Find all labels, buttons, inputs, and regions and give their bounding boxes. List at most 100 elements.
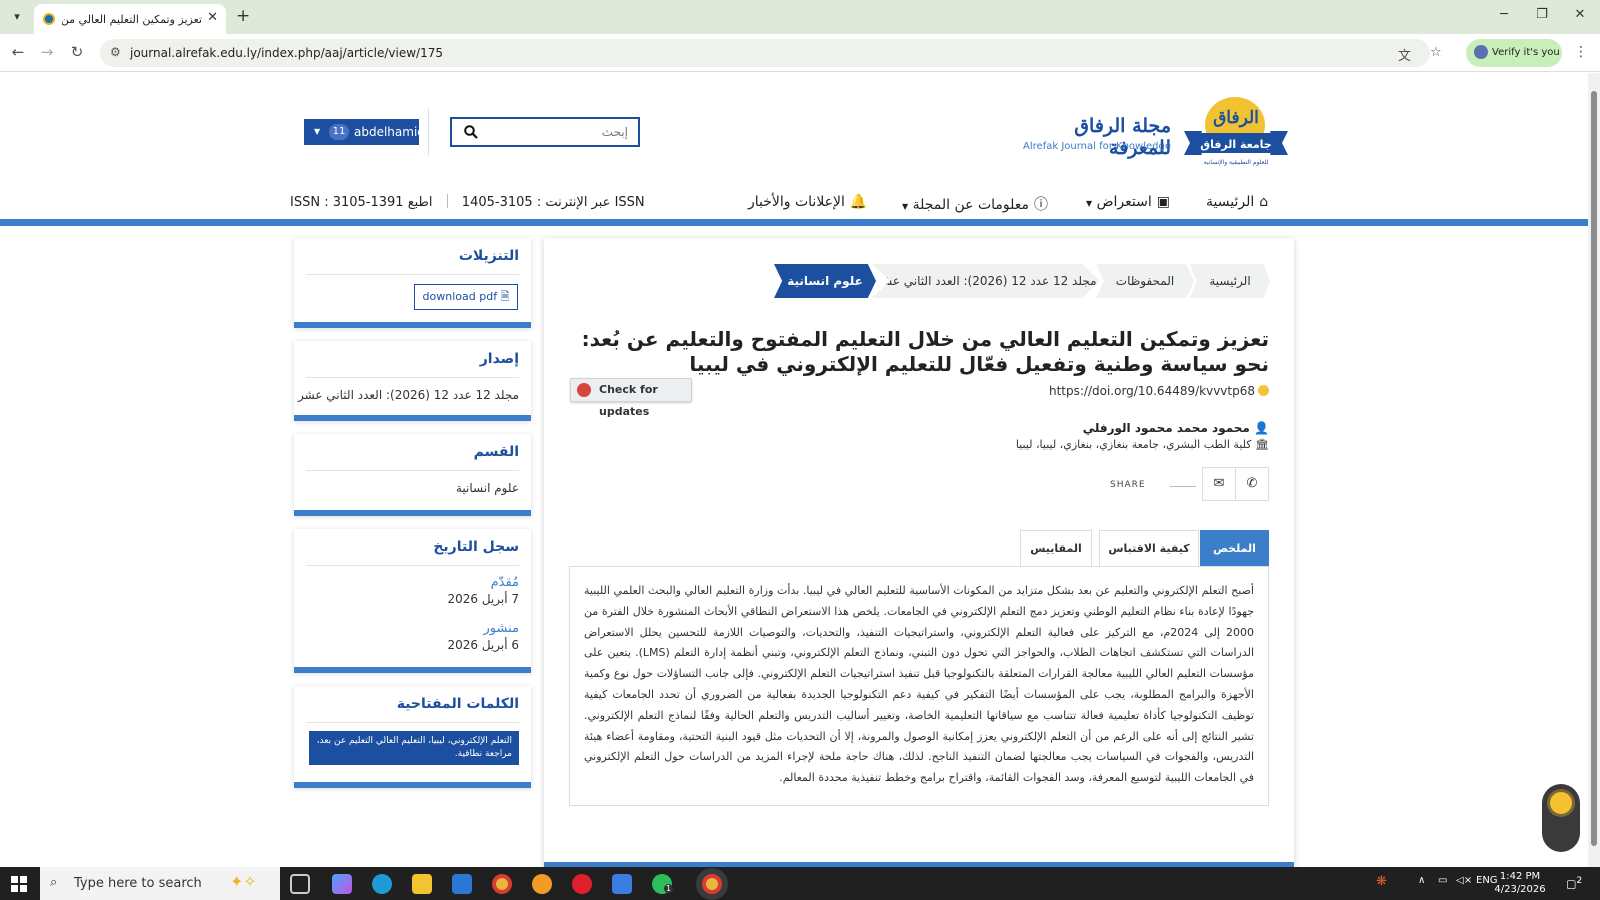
journal-name-ar[interactable]: مجلة الرفاق للمعرفة <box>1015 115 1171 159</box>
nav-news-label: الإعلانات والأخبار <box>748 194 845 210</box>
chrome-active-icon[interactable] <box>702 874 722 894</box>
doi-text: https://doi.org/10.64489/kvvvtp68 <box>1049 384 1255 398</box>
keywords-block: الكلمات المفتاحية التعلم الإلكتروني، ليب… <box>294 686 531 788</box>
verify-profile-button[interactable]: Verify it's you <box>1466 39 1562 67</box>
search-icon[interactable] <box>464 125 478 139</box>
file-explorer-icon[interactable] <box>412 874 432 894</box>
antivirus-tray-icon[interactable]: ❋ <box>1376 874 1387 889</box>
user-menu-button[interactable]: ▼ 11 abdelhamid <box>304 119 425 145</box>
tab-abstract[interactable]: الملخص <box>1200 530 1269 566</box>
browser-toolbar: ← → ↻ ⚙ journal.alrefak.edu.ly/index.php… <box>0 34 1600 72</box>
back-icon[interactable]: ← <box>8 43 28 61</box>
caret-down-icon: ▼ <box>314 127 321 136</box>
chrome-icon[interactable] <box>492 874 512 894</box>
brightness-widget[interactable] <box>1542 784 1580 852</box>
whatsapp-share-icon[interactable]: ✆ <box>1235 467 1269 501</box>
breadcrumb-archives[interactable]: المحفوظات <box>1096 264 1194 298</box>
search-box <box>450 117 640 147</box>
doi-link[interactable]: https://doi.org/10.64489/kvvvtp68 <box>944 384 1269 398</box>
block-divider <box>306 274 519 275</box>
reload-icon[interactable]: ↻ <box>67 43 87 61</box>
restore-icon[interactable]: ❐ <box>1532 7 1552 22</box>
share-label: SHARE <box>1110 480 1146 490</box>
site-info-icon[interactable]: ⚙ <box>110 45 121 59</box>
issn-divider <box>446 194 448 208</box>
history-title: سجل التاريخ <box>433 539 519 555</box>
email-share-icon[interactable]: ✉ <box>1202 467 1236 501</box>
emblem-text-bottom: جامعة الرفاق <box>1200 138 1272 151</box>
emblem-tagline: للعلوم التطبيقية والإنسانية <box>1204 159 1269 166</box>
share-divider <box>1170 486 1196 487</box>
affiliation-text: كلية الطب البشري، جامعة بنغازي، بنغازي، … <box>1015 438 1252 451</box>
section-title: القسم <box>473 444 519 460</box>
issn-online: ISSN عبر الإنترنت : 3105-1405 <box>461 195 645 210</box>
close-window-icon[interactable]: ✕ <box>1570 7 1590 22</box>
store-icon[interactable] <box>452 874 472 894</box>
minimize-icon[interactable]: ─ <box>1494 7 1514 22</box>
info-icon: ⓘ <box>1034 197 1049 213</box>
page-scrollbar[interactable] <box>1588 73 1600 867</box>
search-highlight-icon: ✦✧ <box>230 872 257 891</box>
issn-print: اطبع ISSN : 3105-1391 <box>290 195 433 210</box>
institution-icon: 🏛 <box>1251 438 1269 451</box>
search-input[interactable] <box>486 121 628 143</box>
caret-down-icon: ▼ <box>902 202 909 211</box>
nav-about[interactable]: ⓘمعلومات عن المجلة ▼ <box>902 194 1048 214</box>
article-title: تعزيز وتمكين التعليم العالي من خلال التع… <box>581 327 1269 376</box>
nav-news[interactable]: 🔔الإعلانات والأخبار <box>748 194 867 210</box>
journal-name-en[interactable]: Alrefak Journal for Knowledge <box>1015 141 1171 152</box>
author-affiliation: 🏛 كلية الطب البشري، جامعة بنغازي، بنغازي… <box>844 438 1269 451</box>
translate-icon[interactable]: 文 <box>1398 45 1411 64</box>
close-tab-icon[interactable]: ✕ <box>207 10 218 25</box>
url-text[interactable]: journal.alrefak.edu.ly/index.php/aaj/art… <box>130 46 443 60</box>
crossmark-icon <box>577 383 591 397</box>
issue-link[interactable]: مجلد 12 عدد 12 (2026): العدد الثاني عشر <box>298 388 519 402</box>
taskbar-clock[interactable]: 1:42 PM 4/23/2026 <box>1492 870 1548 896</box>
nav-browse[interactable]: ▣استعراض ▼ <box>1086 194 1170 210</box>
published-label: منشور <box>483 621 519 636</box>
bookmark-star-icon[interactable]: ☆ <box>1430 45 1442 60</box>
breadcrumb-home[interactable]: الرئيسية <box>1190 264 1270 298</box>
journal-logo-icon[interactable]: الرفاق جامعة الرفاق للعلوم التطبيقية وال… <box>1180 95 1292 167</box>
downloads-title: التنزيلات <box>458 248 519 264</box>
browser-tab-active[interactable]: تعزيز وتمكين التعليم العالي من خ ✕ <box>34 4 226 34</box>
taskbar-search[interactable]: ⌕ Type here to search ✦✧ <box>40 867 280 900</box>
nav-home[interactable]: ⌂الرئيسية <box>1206 194 1268 210</box>
scroll-thumb[interactable] <box>1591 91 1597 846</box>
outlook-icon[interactable] <box>612 874 632 894</box>
journal-favicon-icon <box>43 13 55 25</box>
tab-title: تعزيز وتمكين التعليم العالي من خ <box>62 13 202 26</box>
home-icon: ⌂ <box>1259 194 1269 210</box>
nav-home-label: الرئيسية <box>1206 194 1255 210</box>
copilot-icon[interactable] <box>332 874 352 894</box>
forward-icon[interactable]: → <box>37 43 57 61</box>
new-tab-icon[interactable]: + <box>236 6 250 26</box>
weather-app-icon[interactable] <box>532 874 552 894</box>
breadcrumb-section[interactable]: علوم انسانية <box>774 264 876 298</box>
header-band <box>0 219 1588 226</box>
tray-overflow-icon[interactable]: ∧ <box>1418 875 1425 886</box>
notification-center-icon[interactable]: ▢2 <box>1566 875 1582 891</box>
task-view-icon[interactable] <box>290 874 310 894</box>
issue-title: إصدار <box>479 351 519 367</box>
edge-icon[interactable] <box>372 874 392 894</box>
tab-citation[interactable]: كيفية الاقتباس <box>1099 530 1199 566</box>
browser-menu-icon[interactable]: ⋮ <box>1574 44 1588 60</box>
windows-start-icon[interactable] <box>11 876 27 892</box>
tab-search-icon[interactable]: ▾ <box>6 7 28 27</box>
breadcrumb-issue[interactable]: مجلد 12 عدد 12 (2026): العدد الثاني عشر <box>872 264 1100 298</box>
opera-icon[interactable] <box>572 874 592 894</box>
whatsapp-icon[interactable]: 1 <box>652 874 674 894</box>
abstract-panel: أصبح التعلم الإلكتروني والتعليم عن بعد ب… <box>569 566 1269 806</box>
tab-metrics[interactable]: المقاييس <box>1020 530 1092 566</box>
browser-tab-bar: ▾ تعزيز وتمكين التعليم العالي من خ ✕ + ─… <box>0 0 1600 34</box>
web-page: الرفاق جامعة الرفاق للعلوم التطبيقية وال… <box>0 73 1588 867</box>
address-bar[interactable]: ⚙ journal.alrefak.edu.ly/index.php/aaj/a… <box>100 39 1442 67</box>
doi-icon <box>1258 385 1269 396</box>
network-icon[interactable]: ▭ <box>1438 875 1447 886</box>
check-for-updates-button[interactable]: Check for updates <box>570 378 692 418</box>
volume-icon[interactable]: ◁× <box>1456 875 1472 886</box>
section-block: القسم علوم انسانية <box>294 434 531 516</box>
download-pdf-button[interactable]: download pdf 🗎 <box>414 284 518 310</box>
keywords-list[interactable]: التعلم الإلكتروني، ليبيا، التعليم العالي… <box>309 731 519 765</box>
